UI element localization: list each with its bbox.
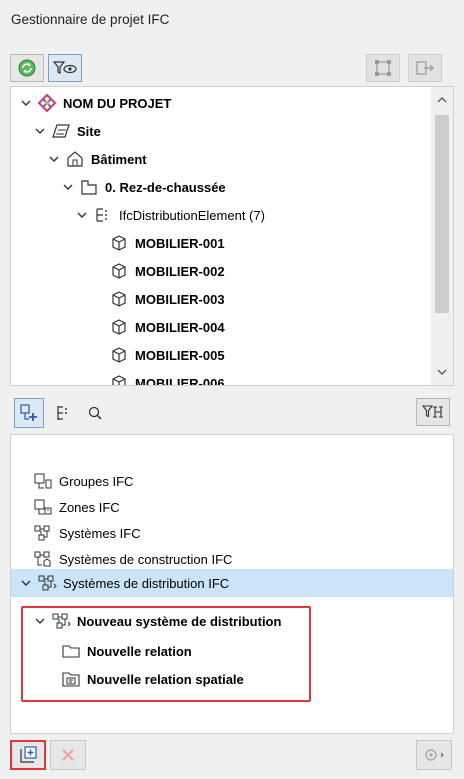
tree-item-systems[interactable]: Systèmes IFC — [31, 519, 141, 547]
furniture-icon — [107, 289, 131, 309]
refresh-icon — [18, 59, 36, 77]
tree-item-label: Groupes IFC — [59, 473, 134, 489]
refresh-button[interactable] — [10, 54, 44, 82]
building-systems-icon — [31, 549, 55, 569]
tree-item-storey[interactable]: 0. Rez-de-chaussée — [59, 173, 226, 201]
add-assignment-button[interactable] — [14, 398, 44, 428]
tree-item-label: Systèmes de distribution IFC — [63, 575, 230, 591]
tree-item-label: MOBILIER-001 — [135, 235, 225, 251]
delete-button[interactable] — [50, 740, 86, 770]
hierarchy-button[interactable] — [48, 398, 78, 428]
tree-item-label: MOBILIER-005 — [135, 347, 225, 363]
tree-item-furniture[interactable]: MOBILIER-005 — [107, 341, 225, 369]
furniture-icon — [107, 317, 131, 337]
new-assignment-button[interactable] — [10, 740, 46, 770]
tree-item-furniture[interactable]: MOBILIER-002 — [107, 257, 225, 285]
new-assignment-icon — [20, 746, 37, 763]
tree-item-label: Site — [77, 123, 101, 139]
tree-item-label: MOBILIER-006 — [135, 375, 225, 386]
distribution-systems-icon — [35, 573, 59, 593]
vertical-scrollbar[interactable] — [431, 87, 453, 385]
highlight-annotation — [21, 606, 311, 702]
tree-item-building[interactable]: Bâtiment — [45, 145, 147, 173]
filter-icon — [422, 405, 443, 418]
filter-button[interactable] — [416, 398, 450, 426]
tree-item-site[interactable]: Site — [31, 117, 101, 145]
furniture-icon — [107, 261, 131, 281]
select-elements-button[interactable] — [366, 54, 400, 82]
chevron-down-icon[interactable] — [45, 150, 63, 168]
delete-icon — [62, 749, 74, 761]
building-icon — [63, 149, 87, 169]
top-toolbar — [10, 52, 454, 86]
filter-view-button[interactable] — [48, 54, 82, 82]
scroll-down-icon[interactable] — [435, 365, 449, 379]
groups-icon — [31, 471, 55, 491]
tree-item-label: Bâtiment — [91, 151, 147, 167]
panel-splitter[interactable] — [10, 386, 454, 396]
chevron-down-icon[interactable] — [59, 178, 77, 196]
furniture-icon — [107, 345, 131, 365]
assignment-toolbar — [10, 396, 454, 432]
add-assignment-icon — [20, 404, 37, 421]
settings-menu-icon — [425, 749, 444, 761]
tree-item-element-group[interactable]: IfcDistributionElement (7) — [73, 201, 265, 229]
tree-item-label: MOBILIER-003 — [135, 291, 225, 307]
furniture-icon — [107, 373, 131, 385]
filter-view-icon — [52, 61, 77, 74]
storey-icon — [77, 177, 101, 197]
tree-item-project[interactable]: NOM DU PROJET — [17, 89, 171, 117]
export-icon — [416, 61, 434, 75]
chevron-down-icon[interactable] — [31, 122, 49, 140]
window-title: Gestionnaire de projet IFC — [11, 12, 170, 27]
systems-icon — [31, 523, 55, 543]
tree-item-furniture[interactable]: MOBILIER-001 — [107, 229, 225, 257]
scroll-up-icon[interactable] — [435, 93, 449, 107]
tree-item-label: IfcDistributionElement (7) — [119, 207, 265, 223]
project-icon — [35, 93, 59, 113]
project-tree: NOM DU PROJET Site Bâtiment 0. Rez-de-ch… — [10, 86, 454, 386]
hierarchy-icon — [57, 406, 67, 420]
settings-menu-button[interactable] — [416, 740, 452, 770]
search-icon — [88, 406, 102, 420]
tree-item-label: NOM DU PROJET — [63, 95, 172, 111]
tree-item-label: MOBILIER-002 — [135, 263, 225, 279]
zones-icon — [31, 497, 55, 517]
search-button[interactable] — [80, 398, 110, 428]
site-icon — [49, 121, 73, 141]
tree-item-distribution-systems[interactable]: Systèmes de distribution IFC — [11, 569, 453, 597]
select-elements-icon — [375, 60, 391, 76]
scrollbar-thumb[interactable] — [435, 115, 449, 313]
tree-item-label: Zones IFC — [59, 499, 120, 515]
element-group-icon — [91, 205, 115, 225]
bottom-toolbar — [10, 738, 454, 774]
tree-item-groups[interactable]: Groupes IFC — [31, 467, 133, 495]
furniture-icon — [107, 233, 131, 253]
tree-item-label: Systèmes IFC — [59, 525, 141, 541]
tree-item-label: Systèmes de construction IFC — [59, 551, 233, 567]
tree-item-furniture[interactable]: MOBILIER-004 — [107, 313, 225, 341]
tree-item-label: 0. Rez-de-chaussée — [105, 179, 226, 195]
tree-item-label: MOBILIER-004 — [135, 319, 225, 335]
tree-item-furniture[interactable]: MOBILIER-006 — [107, 369, 225, 386]
chevron-down-icon[interactable] — [17, 574, 35, 592]
tree-item-zones[interactable]: Zones IFC — [31, 493, 120, 521]
chevron-down-icon[interactable] — [73, 206, 91, 224]
export-button[interactable] — [408, 54, 442, 82]
tree-item-furniture[interactable]: MOBILIER-003 — [107, 285, 225, 313]
chevron-down-icon[interactable] — [17, 94, 35, 112]
